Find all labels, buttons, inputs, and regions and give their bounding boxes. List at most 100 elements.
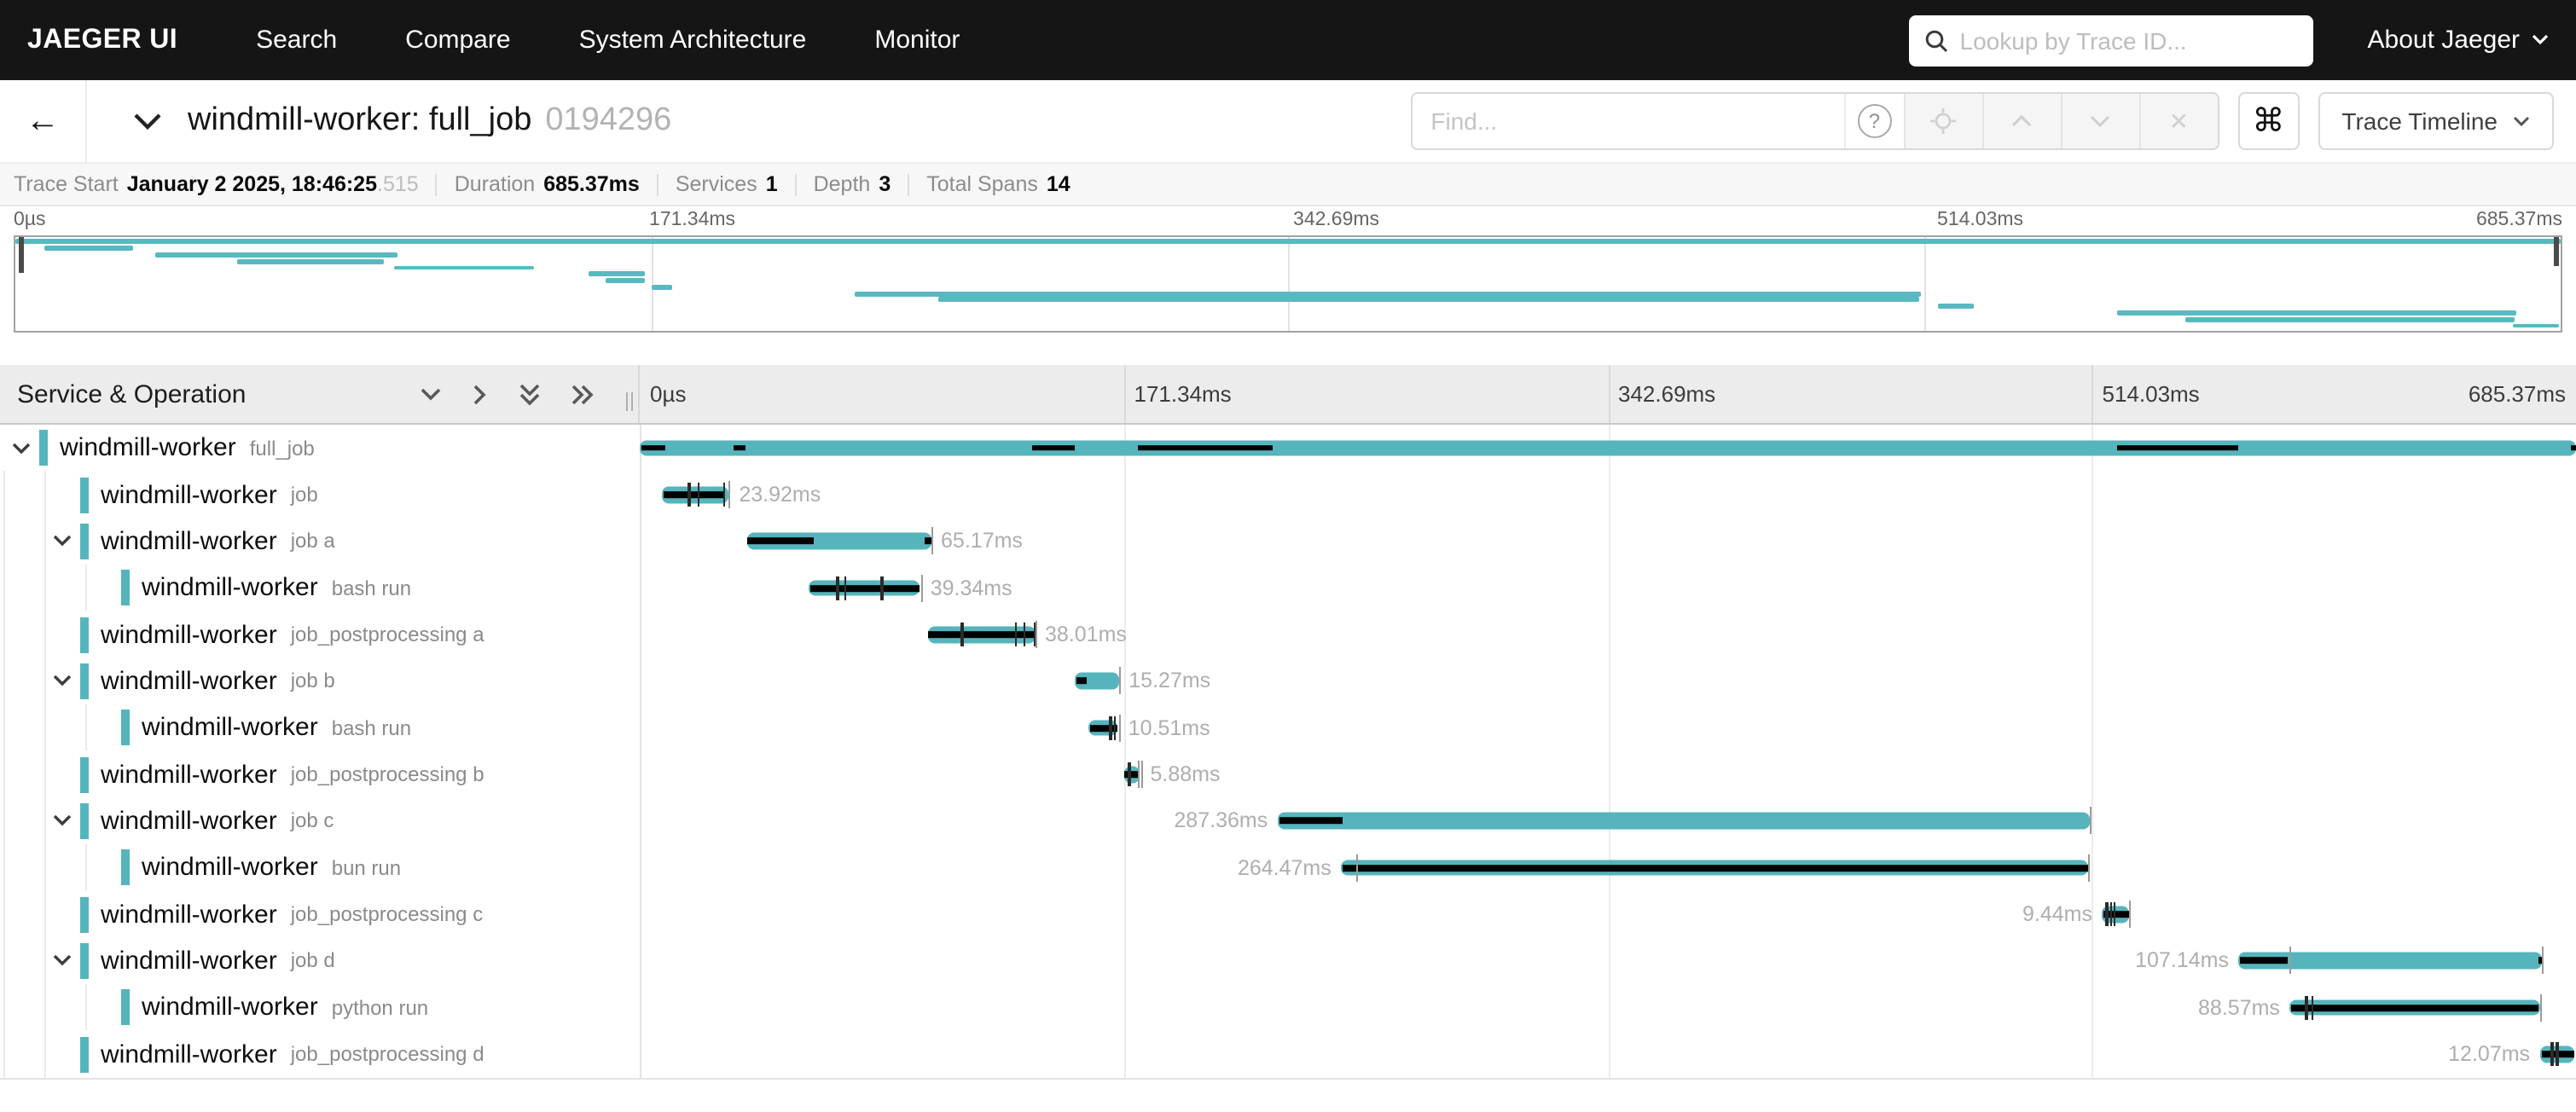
jaeger-trace-page: JAEGER UI Search Compare System Architec…	[0, 0, 2576, 1112]
collapse-one-icon[interactable]	[420, 386, 442, 402]
keyboard-shortcuts-button[interactable]: ⌘	[2237, 92, 2299, 150]
span-row-timeline[interactable]: 65.17ms	[640, 518, 2576, 565]
nav-item-system-architecture[interactable]: System Architecture	[579, 26, 807, 55]
span-duration-label: 10.51ms	[1128, 715, 1210, 739]
log-marker[interactable]	[1024, 623, 1026, 646]
log-marker[interactable]	[2106, 902, 2109, 926]
collapse-all-icon[interactable]	[519, 383, 541, 405]
chevron-down-icon[interactable]	[53, 675, 80, 688]
span-row-label[interactable]: windmill-worker bash run	[0, 704, 640, 751]
log-marker[interactable]	[2551, 1042, 2554, 1066]
log-marker[interactable]	[1113, 715, 1116, 739]
span-row-timeline[interactable]: 287.36ms	[640, 798, 2576, 845]
log-marker[interactable]	[688, 483, 691, 507]
log-marker[interactable]	[837, 576, 839, 599]
span-row-timeline[interactable]: 107.14ms	[640, 938, 2576, 985]
column-resizer[interactable]	[626, 392, 633, 411]
span-duration-label: 23.92ms	[739, 483, 821, 507]
log-marker[interactable]	[2556, 1042, 2559, 1066]
chevron-down-icon[interactable]	[53, 535, 80, 548]
critical-path-segment	[734, 445, 746, 452]
log-marker[interactable]	[2109, 902, 2112, 926]
next-result-button[interactable]	[2060, 94, 2138, 148]
service-name: windmill-worker	[101, 947, 277, 976]
log-marker[interactable]	[2114, 902, 2116, 926]
expand-all-icon[interactable]	[571, 383, 594, 405]
divider	[908, 173, 909, 195]
service-name: windmill-worker	[142, 854, 318, 883]
span-row-timeline[interactable]: 9.44ms	[640, 891, 2576, 938]
log-marker[interactable]	[1110, 715, 1112, 739]
span-row-timeline[interactable]: 23.92ms	[640, 472, 2576, 518]
total-spans-value: 14	[1047, 172, 1070, 196]
focus-span-button[interactable]	[1903, 94, 1981, 148]
operation-name: bun run	[332, 856, 401, 880]
nav-item-monitor[interactable]: Monitor	[874, 26, 960, 55]
expand-one-icon[interactable]	[473, 383, 488, 405]
span-row-label[interactable]: windmill-worker job a	[0, 518, 640, 565]
nav-item-search[interactable]: Search	[256, 26, 337, 55]
nav-item-compare[interactable]: Compare	[405, 26, 510, 55]
trace-view-selector[interactable]: Trace Timeline	[2318, 92, 2554, 150]
divider	[657, 173, 659, 195]
chevron-down-icon[interactable]	[12, 441, 39, 455]
tick-gridline	[2092, 365, 2094, 423]
trace-minimap[interactable]	[14, 235, 2562, 333]
brand-logo[interactable]: JAEGER UI	[27, 25, 177, 55]
log-marker[interactable]	[881, 576, 884, 599]
span-row-timeline[interactable]: 12.07ms	[640, 1031, 2576, 1078]
span-row-label[interactable]: windmill-worker job_postprocessing a	[0, 611, 640, 658]
indent-guide	[44, 1031, 46, 1078]
span-row-timeline[interactable]: 88.57ms	[640, 984, 2576, 1031]
span-bar[interactable]	[640, 440, 2576, 456]
span-row-label[interactable]: windmill-worker job_postprocessing b	[0, 751, 640, 798]
span-row-timeline[interactable]: 10.51ms	[640, 704, 2576, 751]
span-row-label[interactable]: windmill-worker full_job	[0, 425, 640, 472]
back-button[interactable]: ←	[0, 80, 87, 162]
span-row: windmill-worker python run 88.57ms	[0, 984, 2576, 1031]
span-row-label[interactable]: windmill-worker job d	[0, 938, 640, 985]
span-row-timeline[interactable]: 264.47ms	[640, 844, 2576, 891]
span-row-label[interactable]: windmill-worker job b	[0, 657, 640, 704]
minimap-left-scrubber[interactable]	[19, 237, 24, 273]
span-row-label[interactable]: windmill-worker python run	[0, 984, 640, 1031]
prev-result-button[interactable]	[1981, 94, 2060, 148]
indent-guide	[85, 704, 87, 751]
about-jaeger-menu[interactable]: About Jaeger	[2368, 26, 2549, 55]
log-marker[interactable]	[961, 623, 964, 646]
span-row-timeline[interactable]	[640, 425, 2576, 472]
span-duration-label: 12.07ms	[2448, 1042, 2530, 1066]
span-row-label[interactable]: windmill-worker job	[0, 472, 640, 518]
log-marker[interactable]	[844, 576, 847, 599]
log-marker[interactable]	[2305, 996, 2307, 1020]
clear-find-button[interactable]: ✕	[2138, 94, 2217, 148]
chevron-down-icon[interactable]	[53, 814, 80, 828]
minimap-right-scrubber[interactable]	[2554, 237, 2559, 266]
log-marker[interactable]	[722, 483, 725, 507]
span-row-label[interactable]: windmill-worker bash run	[0, 565, 640, 611]
span-row-timeline[interactable]: 5.88ms	[640, 751, 2576, 798]
span-row-timeline[interactable]: 38.01ms	[640, 611, 2576, 658]
trace-lookup-input[interactable]	[1960, 26, 2298, 54]
indent-guide	[3, 565, 5, 611]
service-color-bar	[121, 570, 130, 605]
operation-name: job_postprocessing d	[291, 1042, 484, 1066]
find-help-button[interactable]: ?	[1843, 94, 1903, 148]
minimap-span-bar	[2514, 323, 2559, 328]
find-input[interactable]	[1412, 94, 1843, 148]
log-marker[interactable]	[698, 483, 700, 507]
span-bar[interactable]	[1278, 813, 2090, 829]
chevron-down-icon[interactable]	[53, 954, 80, 968]
span-row-timeline[interactable]: 15.27ms	[640, 657, 2576, 704]
span-row-label[interactable]: windmill-worker job c	[0, 798, 640, 845]
log-marker[interactable]	[2311, 996, 2313, 1020]
span-row-timeline[interactable]: 39.34ms	[640, 565, 2576, 611]
log-marker[interactable]	[1128, 762, 1130, 786]
critical-path-segment	[1279, 818, 1343, 825]
log-marker[interactable]	[1015, 623, 1018, 646]
span-row-label[interactable]: windmill-worker bun run	[0, 844, 640, 891]
span-row-label[interactable]: windmill-worker job_postprocessing c	[0, 891, 640, 938]
collapse-trace-header-button[interactable]	[133, 112, 162, 130]
span-row-label[interactable]: windmill-worker job_postprocessing d	[0, 1031, 640, 1078]
critical-path-segment	[928, 631, 1034, 638]
